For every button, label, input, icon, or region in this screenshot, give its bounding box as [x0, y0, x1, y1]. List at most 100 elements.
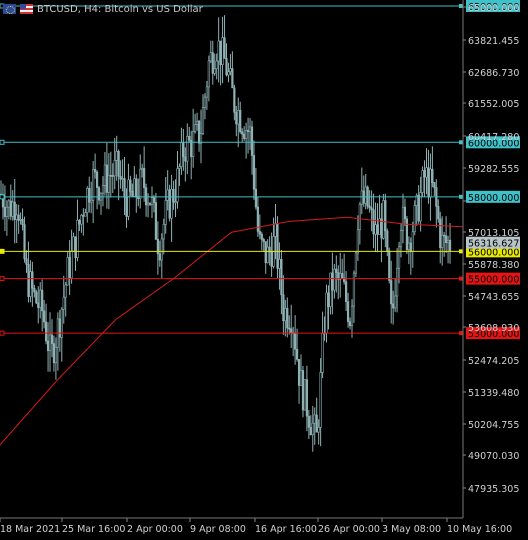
current-price-text: 56316.627 [468, 239, 519, 250]
candle-body [431, 168, 434, 183]
candle-body [411, 231, 414, 252]
candle-body [252, 155, 256, 190]
candle-body [227, 71, 230, 76]
symbol-title: BTCUSD, H4: Bitcoin vs US Dollar [37, 3, 203, 15]
time-tick-label: 2 Apr 00:00 [127, 524, 183, 535]
candle-body [446, 239, 450, 244]
candle-body [372, 209, 375, 235]
candle-body [213, 68, 216, 74]
candle-body [154, 202, 158, 240]
price-tick-label: 54743.655 [468, 292, 519, 303]
level-handle[interactable] [0, 276, 5, 282]
candle-body [297, 359, 301, 386]
candle-body [248, 126, 252, 133]
candle-body [388, 250, 391, 281]
candle-body [48, 334, 52, 351]
candle-body [5, 206, 8, 217]
candle-body [321, 333, 324, 373]
candle-body [215, 60, 218, 70]
candle-body [160, 238, 163, 261]
candle-body [184, 156, 187, 162]
candle-body [445, 235, 448, 244]
time-tick-label: 3 May 08:00 [382, 524, 441, 535]
candle-body [164, 199, 167, 225]
candle-body [145, 187, 148, 206]
candle-body [166, 189, 169, 201]
candle-body [150, 197, 154, 205]
level-end-marker [459, 140, 463, 145]
candle-body [245, 130, 248, 139]
price-chart[interactable]: 65000.00060000.00058000.00056000.0005500… [0, 0, 528, 540]
candle-body [72, 236, 75, 252]
candle-body [288, 327, 291, 330]
us-flag-icon [20, 4, 33, 14]
candle-body [146, 202, 150, 206]
candle-body [348, 321, 352, 327]
candle-body [62, 296, 65, 310]
candle-body [3, 206, 7, 217]
candle-body [158, 253, 161, 261]
candle-body [117, 151, 120, 177]
candle-body [276, 223, 279, 269]
time-tick-label: 16 Apr 16:00 [255, 524, 317, 535]
candle-body [305, 379, 308, 417]
candle-body [341, 273, 344, 279]
time-tick-label: 25 Mar 16:00 [62, 524, 125, 535]
candle-body [97, 187, 101, 201]
candle-body [397, 246, 401, 269]
candle-body [260, 233, 263, 240]
candle-body [143, 167, 146, 189]
candle-body [58, 318, 61, 338]
candle-body [358, 203, 361, 231]
candle-body [352, 272, 356, 307]
candle-body [423, 170, 426, 178]
candle-body [250, 126, 254, 156]
candle-body [350, 305, 354, 327]
candle-body [237, 110, 240, 125]
candle-body [405, 218, 409, 250]
candle-body [129, 179, 132, 192]
candle-body [301, 370, 305, 411]
price-tick-label: 60417.280 [468, 132, 519, 143]
candle-body [21, 219, 24, 226]
candle-body [439, 218, 442, 248]
candle-body [70, 250, 73, 279]
candle-body [74, 236, 77, 258]
candle-body [219, 40, 222, 66]
candle-body [309, 427, 312, 436]
candle-body [231, 68, 234, 89]
candle-body [111, 175, 114, 177]
candle-body [131, 190, 134, 197]
candle-body [280, 259, 283, 296]
candle-body [409, 242, 412, 252]
price-tick-label: 52474.205 [468, 356, 519, 367]
candle-body [278, 259, 281, 269]
level-handle[interactable] [0, 330, 5, 336]
candle-body [66, 257, 69, 286]
candle-body [221, 37, 224, 66]
candle-body [266, 246, 269, 264]
candle-body [315, 414, 318, 433]
candle-body [307, 415, 310, 428]
candle-body [13, 201, 16, 220]
candle-body [403, 206, 407, 220]
candle-body [329, 272, 332, 308]
level-handle[interactable] [0, 139, 5, 145]
candle-body [360, 190, 363, 205]
candle-body [413, 205, 416, 233]
candle-body [31, 271, 34, 289]
level-end-marker [459, 4, 463, 8]
candle-body [401, 206, 405, 231]
candle-body [374, 224, 377, 235]
candle-body [421, 170, 424, 193]
candle-body [180, 142, 183, 167]
time-tick-label: 18 Mar 2021 [0, 524, 60, 535]
candle-body [105, 164, 108, 193]
level-handle[interactable] [0, 248, 5, 254]
candle-body [152, 197, 156, 203]
candle-body [54, 346, 58, 364]
candle-body [23, 224, 26, 260]
candle-body [264, 241, 267, 264]
level-handle[interactable] [0, 194, 5, 200]
candle-body [258, 231, 261, 235]
